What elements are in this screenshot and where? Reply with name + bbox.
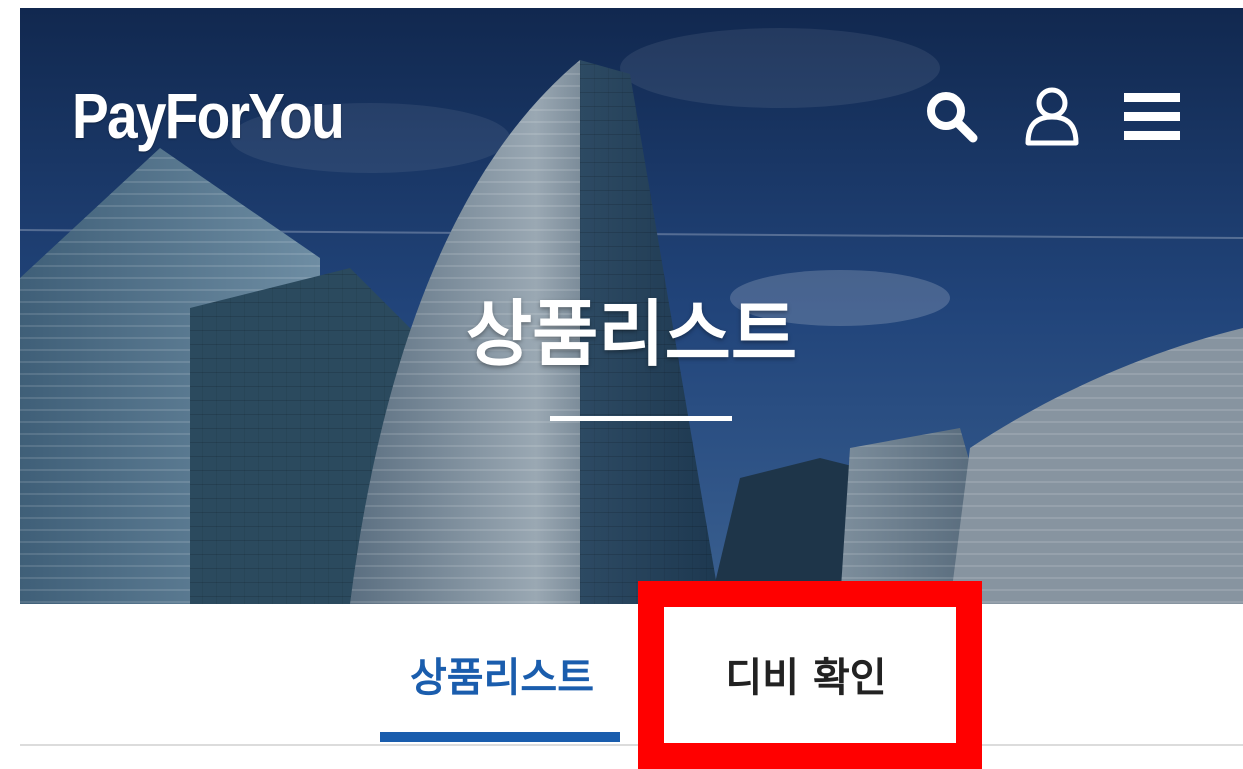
search-icon[interactable]: [921, 86, 983, 148]
menu-icon[interactable]: [1121, 86, 1183, 148]
active-tab-indicator: [380, 732, 620, 742]
tabs-divider: [20, 744, 1243, 746]
tab-product-list[interactable]: 상품리스트: [382, 604, 622, 744]
page: PayForYou 상품리스트 상품리스트 디비 확인: [0, 0, 1243, 769]
site-logo[interactable]: PayForYou: [72, 84, 345, 148]
page-title: 상품리스트: [465, 292, 798, 376]
title-underline: [550, 416, 732, 421]
header-icons: [921, 86, 1183, 148]
tab-bar: 상품리스트 디비 확인: [20, 604, 1243, 744]
user-icon[interactable]: [1021, 86, 1083, 148]
tab-db-check[interactable]: 디비 확인: [656, 604, 956, 744]
hero-banner: PayForYou 상품리스트: [20, 8, 1243, 604]
